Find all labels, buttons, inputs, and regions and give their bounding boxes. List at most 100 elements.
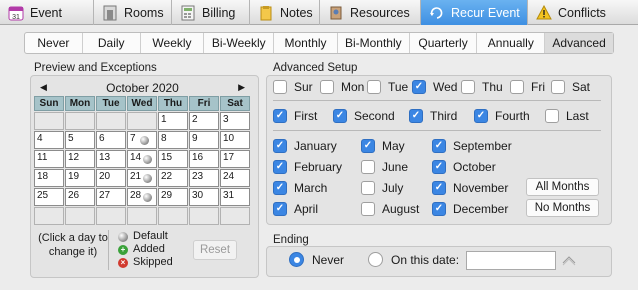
- recurrence-segmented-control: Never Daily Weekly Bi-Weekly Monthly Bi-…: [24, 32, 614, 54]
- month-may-checkbox[interactable]: ✓ May: [361, 139, 405, 153]
- calendar-day[interactable]: 20: [96, 169, 126, 187]
- calendar-day[interactable]: 15: [158, 150, 188, 168]
- checkbox-box: ✓: [273, 202, 287, 216]
- calendar-day[interactable]: 4: [34, 131, 64, 149]
- date-picker-icon[interactable]: [562, 254, 576, 269]
- weekday-mon-checkbox[interactable]: Mon: [320, 80, 364, 94]
- recur-biweekly-button[interactable]: Bi-Weekly: [204, 33, 275, 53]
- radio-circle: [289, 252, 304, 267]
- calendar-day[interactable]: 14: [127, 150, 157, 168]
- tab-label: Conflicts: [558, 5, 606, 20]
- calendar-day[interactable]: 29: [158, 188, 188, 206]
- calendar-day[interactable]: 1: [158, 112, 188, 130]
- weekday-thu-checkbox[interactable]: Thu: [461, 80, 503, 94]
- checkbox-box: [273, 80, 287, 94]
- weekday-tue-checkbox[interactable]: Tue: [367, 80, 408, 94]
- month-february-checkbox[interactable]: ✓ February: [273, 160, 342, 174]
- reset-button[interactable]: Reset: [193, 240, 237, 260]
- ending-date-radio[interactable]: On this date:: [368, 252, 459, 267]
- legend-default: Default: [118, 230, 173, 243]
- weekday-fri-checkbox[interactable]: Fri: [510, 80, 545, 94]
- tab-conflicts[interactable]: Conflicts: [528, 0, 638, 25]
- calendar-day[interactable]: 13: [96, 150, 126, 168]
- month-march-checkbox[interactable]: ✓ March: [273, 181, 327, 195]
- day-number: 10: [223, 133, 235, 144]
- end-date-input[interactable]: [466, 251, 556, 270]
- weekday-sat-checkbox[interactable]: Sat: [551, 80, 590, 94]
- month-august-checkbox[interactable]: August: [361, 202, 419, 216]
- checkbox-box: ✓: [273, 181, 287, 195]
- legend-skipped-label: Skipped: [133, 256, 173, 268]
- month-april-checkbox[interactable]: ✓ April: [273, 202, 318, 216]
- month-september-checkbox[interactable]: ✓ September: [432, 139, 512, 153]
- calendar-day[interactable]: 17: [220, 150, 250, 168]
- recur-annually-button[interactable]: Annually: [477, 33, 546, 53]
- month-january-checkbox[interactable]: ✓ January: [273, 139, 337, 153]
- week-fourth-checkbox[interactable]: ✓ Fourth: [474, 109, 530, 123]
- next-month-arrow-icon[interactable]: ▶: [234, 82, 249, 93]
- calendar-icon: 31: [8, 5, 24, 21]
- separator: [273, 100, 601, 101]
- checkbox-box: ✓: [432, 181, 446, 195]
- calendar-day[interactable]: 10: [220, 131, 250, 149]
- calendar-day[interactable]: 30: [189, 188, 219, 206]
- calendar-day[interactable]: 12: [65, 150, 95, 168]
- prev-month-arrow-icon[interactable]: ◀: [36, 82, 51, 93]
- month-december-checkbox[interactable]: ✓ December: [432, 202, 508, 216]
- calendar-day[interactable]: 5: [65, 131, 95, 149]
- recur-daily-button[interactable]: Daily: [83, 33, 141, 53]
- checkbox-box: [361, 202, 375, 216]
- calendar-day[interactable]: 3: [220, 112, 250, 130]
- calendar-day[interactable]: 2: [189, 112, 219, 130]
- recur-monthly-button[interactable]: Monthly: [274, 33, 338, 53]
- ending-never-radio[interactable]: Never: [289, 252, 344, 267]
- calendar-day[interactable]: 18: [34, 169, 64, 187]
- all-months-button[interactable]: All Months: [526, 178, 599, 196]
- calendar-day[interactable]: 23: [189, 169, 219, 187]
- recur-advanced-button[interactable]: Advanced: [545, 33, 613, 53]
- tab-event[interactable]: 31 Event: [0, 0, 94, 25]
- week-first-checkbox[interactable]: ✓ First: [273, 109, 317, 123]
- calendar-day[interactable]: 11: [34, 150, 64, 168]
- recur-quarterly-button[interactable]: Quarterly: [410, 33, 478, 53]
- calendar-day[interactable]: 24: [220, 169, 250, 187]
- month-november-checkbox[interactable]: ✓ November: [432, 181, 508, 195]
- checkbox-box: ✓: [432, 139, 446, 153]
- calendar-day[interactable]: 22: [158, 169, 188, 187]
- tab-rooms[interactable]: Rooms: [94, 0, 172, 25]
- weekday-wed-checkbox[interactable]: ✓ Wed: [412, 80, 457, 94]
- legend-default-label: Default: [133, 230, 168, 242]
- calendar-day[interactable]: 8: [158, 131, 188, 149]
- month-october-checkbox[interactable]: ✓ October: [432, 160, 496, 174]
- tab-label: Resources: [350, 5, 410, 20]
- calendar-day[interactable]: 25: [34, 188, 64, 206]
- checkbox-label: Last: [566, 109, 589, 123]
- tab-recur-event[interactable]: Recur Event: [421, 0, 528, 25]
- recur-bimonthly-button[interactable]: Bi-Monthly: [338, 33, 410, 53]
- recur-never-button[interactable]: Never: [25, 33, 83, 53]
- week-third-checkbox[interactable]: ✓ Third: [409, 109, 457, 123]
- calendar-empty-cell: [127, 112, 157, 130]
- calendar-day[interactable]: 19: [65, 169, 95, 187]
- no-months-button[interactable]: No Months: [526, 199, 599, 217]
- calendar-day[interactable]: 7: [127, 131, 157, 149]
- calendar-day[interactable]: 6: [96, 131, 126, 149]
- weekday-sun-checkbox[interactable]: Sur: [273, 80, 313, 94]
- calendar-day[interactable]: 9: [189, 131, 219, 149]
- month-july-checkbox[interactable]: July: [361, 181, 403, 195]
- calendar-day[interactable]: 16: [189, 150, 219, 168]
- calendar-day[interactable]: 27: [96, 188, 126, 206]
- calendar-day[interactable]: 26: [65, 188, 95, 206]
- calendar-day[interactable]: 21: [127, 169, 157, 187]
- tab-billing[interactable]: Billing: [172, 0, 250, 25]
- week-second-checkbox[interactable]: ✓ Second: [333, 109, 395, 123]
- week-last-checkbox[interactable]: Last: [545, 109, 589, 123]
- tab-resources[interactable]: Resources: [320, 0, 421, 25]
- calendar-day[interactable]: 31: [220, 188, 250, 206]
- month-june-checkbox[interactable]: June: [361, 160, 408, 174]
- calendar-day[interactable]: 28: [127, 188, 157, 206]
- checkbox-box: ✓: [273, 160, 287, 174]
- added-plus-icon: +: [118, 244, 128, 255]
- recur-weekly-button[interactable]: Weekly: [141, 33, 205, 53]
- tab-notes[interactable]: Notes: [250, 0, 320, 25]
